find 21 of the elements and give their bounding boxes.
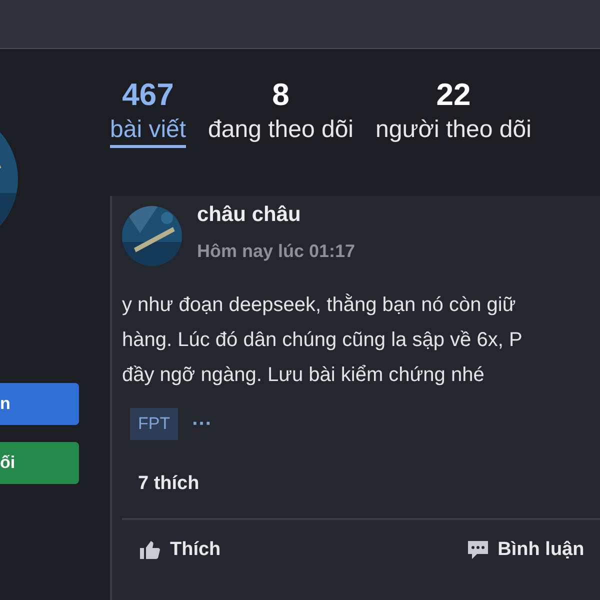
tag[interactable]: FPT (130, 408, 178, 440)
post-text: hàng. Lúc đó dân chúng cũng la sập về 6x, P (122, 328, 524, 353)
stat-tab[interactable]: 467 bài viết (110, 77, 186, 196)
stat-tab[interactable]: 22 người theo dõi (376, 77, 532, 196)
profile-button[interactable]: n (0, 383, 79, 425)
profile-button[interactable]: ối (0, 442, 79, 484)
more-tags[interactable]: ··· (192, 408, 212, 439)
author-name[interactable]: châu châu (197, 198, 356, 230)
stat-label: người theo dõi (376, 115, 532, 145)
stat-label: đang theo dõi (208, 115, 354, 145)
post-text: y như đoạn deepseek, thằng bạn nó còn giữ (122, 292, 517, 318)
stat-tab[interactable]: 8 đang theo dõi (208, 77, 354, 196)
post-text: đầy ngỡ ngàng. Lưu bài kiểm chứng nhé (122, 363, 486, 388)
like-count[interactable]: 7 thích (138, 472, 200, 494)
post-action-button[interactable]: Bình luận (466, 536, 584, 564)
post-time: Hôm nay lúc 01:17 (197, 240, 356, 264)
stat-count: 22 (436, 77, 471, 113)
stat-count: 467 (122, 77, 174, 113)
stat-count: 8 (272, 77, 290, 113)
stat-label: bài viết (110, 115, 186, 148)
post-action-button[interactable]: Thích (138, 536, 221, 564)
